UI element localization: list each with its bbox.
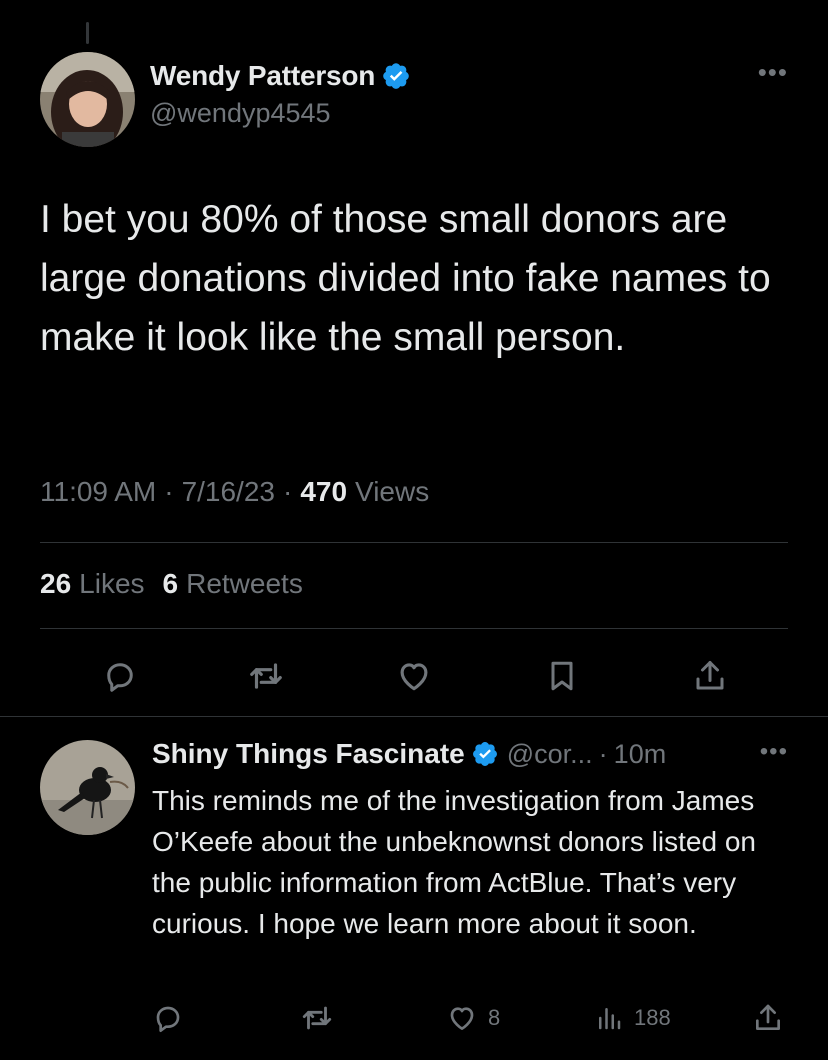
meta-separator: · bbox=[164, 476, 174, 507]
bookmark-icon[interactable] bbox=[540, 654, 584, 698]
avatar[interactable] bbox=[40, 52, 135, 147]
tweet-stats: 26 Likes 6 Retweets bbox=[40, 568, 303, 600]
reply-author-name[interactable]: Shiny Things Fascinate bbox=[152, 738, 465, 770]
tweet-time[interactable]: 11:09 AM bbox=[40, 476, 156, 508]
share-icon[interactable] bbox=[688, 654, 732, 698]
reply-retweet-icon[interactable] bbox=[300, 998, 334, 1038]
divider bbox=[40, 542, 788, 543]
reply-avatar[interactable] bbox=[40, 740, 135, 835]
views-count: 470 bbox=[300, 476, 348, 507]
retweets-label[interactable]: Retweets bbox=[186, 568, 303, 600]
reply-like-count: 8 bbox=[488, 1005, 501, 1030]
reply-timestamp[interactable]: 10m bbox=[614, 739, 667, 770]
tweet-text: I bet you 80% of those small donors are … bbox=[40, 198, 771, 359]
reply-more-dots-icon[interactable]: ••• bbox=[760, 740, 788, 764]
retweet-icon[interactable] bbox=[244, 654, 288, 698]
like-icon[interactable] bbox=[392, 654, 436, 698]
analytics-icon bbox=[599, 1008, 621, 1030]
like-icon bbox=[450, 1007, 474, 1030]
verified-badge-icon bbox=[471, 740, 499, 768]
crow-photo-icon bbox=[40, 740, 135, 835]
verified-badge-icon bbox=[381, 61, 411, 91]
avatar-photo-icon bbox=[40, 52, 135, 147]
meta-separator: · bbox=[282, 476, 293, 507]
author-name[interactable]: Wendy Patterson bbox=[150, 60, 375, 92]
more-dots-icon[interactable]: ••• bbox=[758, 59, 788, 85]
likes-label[interactable]: Likes bbox=[79, 568, 144, 600]
reply-icon[interactable] bbox=[98, 654, 142, 698]
tweet-actions bbox=[0, 654, 828, 698]
views-label: Views bbox=[355, 476, 430, 507]
reply-separator: · bbox=[598, 738, 608, 769]
reply-share-icon[interactable] bbox=[752, 998, 784, 1038]
reply-actions: 8 188 bbox=[0, 998, 828, 1038]
likes-count[interactable]: 26 bbox=[40, 568, 71, 600]
author-handle[interactable]: @wendyp4545 bbox=[150, 98, 411, 129]
reply-author-handle[interactable]: @cor... bbox=[507, 739, 593, 770]
reply-view-count: 188 bbox=[634, 1005, 671, 1030]
reply-views-button[interactable]: 188 bbox=[594, 998, 671, 1038]
reply-like-button[interactable]: 8 bbox=[446, 998, 500, 1038]
divider bbox=[40, 628, 788, 629]
divider bbox=[0, 716, 828, 717]
reply-text: This reminds me of the investigation fro… bbox=[152, 785, 756, 939]
tweet-meta: 11:09 AM · 7/16/23 · 470 Views bbox=[40, 476, 429, 508]
thread-connector-line bbox=[86, 22, 89, 44]
reply-reply-icon[interactable] bbox=[152, 998, 184, 1038]
tweet-date[interactable]: 7/16/23 bbox=[182, 476, 275, 508]
retweets-count[interactable]: 6 bbox=[163, 568, 179, 600]
